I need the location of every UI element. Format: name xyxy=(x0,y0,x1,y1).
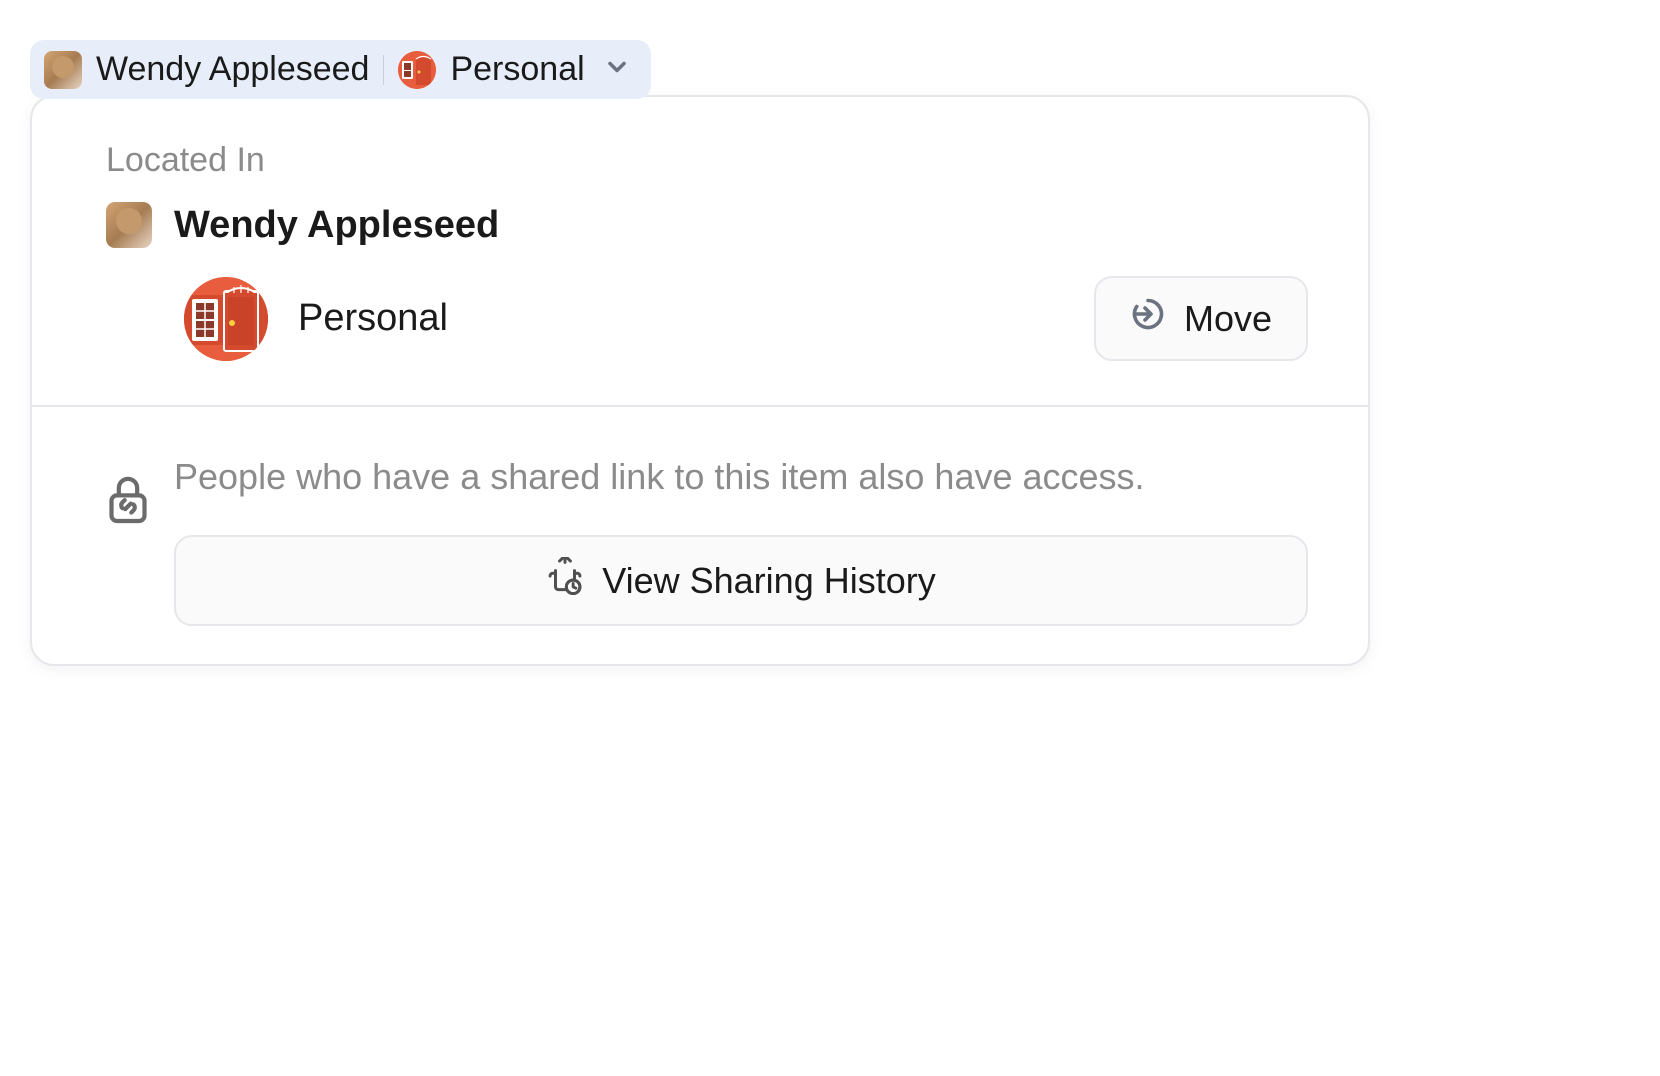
move-button-label: Move xyxy=(1184,298,1272,340)
sharing-info-text: People who have a shared link to this it… xyxy=(174,451,1308,503)
breadcrumb-divider xyxy=(383,55,384,85)
breadcrumb-vault-segment[interactable]: Personal xyxy=(398,50,584,89)
vault-name: Personal xyxy=(298,297,448,340)
owner-name: Wendy Appleseed xyxy=(174,204,499,247)
share-history-icon xyxy=(546,557,584,604)
vault-icon xyxy=(184,277,268,361)
owner-avatar-icon xyxy=(106,202,152,248)
vault-row: Personal Move xyxy=(106,276,1308,361)
location-panel: Located In Wendy Appleseed xyxy=(30,95,1370,666)
move-icon xyxy=(1130,296,1166,341)
breadcrumb-user-name: Wendy Appleseed xyxy=(96,50,369,89)
lock-link-icon xyxy=(106,473,150,530)
breadcrumb-user-segment[interactable]: Wendy Appleseed xyxy=(44,50,369,89)
move-button[interactable]: Move xyxy=(1094,276,1308,361)
user-avatar-icon xyxy=(44,51,82,89)
breadcrumb-selector[interactable]: Wendy Appleseed Personal xyxy=(30,40,651,99)
sharing-section: People who have a shared link to this it… xyxy=(32,407,1368,664)
breadcrumb-vault-name: Personal xyxy=(450,50,584,89)
vault-icon xyxy=(398,51,436,89)
chevron-down-icon xyxy=(603,53,631,86)
history-button-label: View Sharing History xyxy=(602,560,935,602)
located-in-label: Located In xyxy=(106,141,1308,180)
owner-row: Wendy Appleseed xyxy=(106,202,1308,248)
view-sharing-history-button[interactable]: View Sharing History xyxy=(174,535,1308,626)
